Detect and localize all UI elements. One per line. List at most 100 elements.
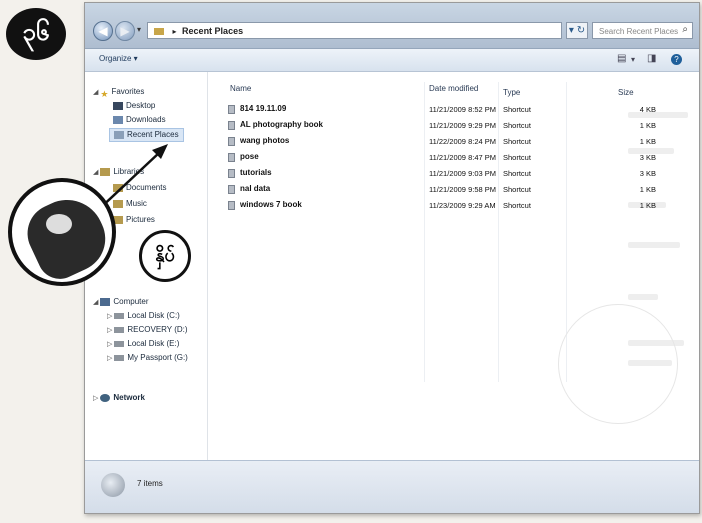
collapse-arrow-icon[interactable]: ▷ [107, 313, 112, 320]
file-row[interactable]: AL photography book 11/21/2009 9:29 PM S… [208, 120, 699, 131]
shortcut-icon [228, 121, 235, 130]
file-type: Shortcut [503, 201, 531, 210]
shortcut-icon [228, 201, 235, 210]
computer-icon [100, 297, 111, 306]
column-header-name[interactable]: Name [230, 84, 251, 93]
libraries-icon [154, 28, 164, 36]
file-row[interactable]: windows 7 book 11/23/2009 9:29 AM Shortc… [208, 200, 699, 211]
preview-pane-icon[interactable]: ◨ [647, 53, 656, 64]
nav-computer[interactable]: ◢ Computer [93, 296, 149, 308]
click-label-badge: နှိပ် [139, 230, 191, 282]
shortcut-icon [228, 169, 235, 178]
expand-arrow-icon[interactable]: ◢ [93, 169, 98, 176]
search-box[interactable]: ⌕ [592, 22, 693, 40]
nav-network[interactable]: ▷ Network [93, 392, 145, 404]
nav-item-desktop[interactable]: Desktop [113, 100, 155, 112]
recent-places-large-icon [101, 473, 125, 497]
item-count: 7 items [137, 479, 163, 488]
nav-item-music[interactable]: Music [113, 198, 147, 210]
file-name: tutorials [240, 168, 272, 177]
column-header-type[interactable]: Type [503, 88, 520, 97]
file-row[interactable]: wang photos 11/22/2009 8:24 PM Shortcut … [208, 136, 699, 147]
help-icon[interactable]: ? [671, 54, 682, 65]
search-input[interactable] [593, 23, 685, 40]
nav-item-documents[interactable]: Documents [113, 182, 166, 194]
collapse-arrow-icon[interactable]: ▷ [107, 341, 112, 348]
breadcrumb-separator-icon: ▸ [172, 27, 177, 36]
address-bar[interactable]: ▸ Recent Places [147, 22, 562, 39]
nav-label: Documents [126, 183, 167, 192]
nav-item-local-disk-e[interactable]: ▷ Local Disk (E:) [107, 338, 179, 350]
file-date: 11/23/2009 9:29 AM [429, 201, 496, 210]
nav-label: RECOVERY (D:) [127, 325, 188, 334]
nav-label: Local Disk (E:) [127, 339, 180, 348]
collapse-arrow-icon[interactable]: ▷ [107, 327, 112, 334]
star-icon: ★ [100, 88, 109, 99]
change-view-icon[interactable]: ▤ [617, 53, 626, 64]
file-type: Shortcut [503, 105, 531, 114]
music-icon [113, 199, 123, 208]
mouse-click-illustration [8, 178, 116, 286]
nav-item-local-disk-c[interactable]: ▷ Local Disk (C:) [107, 310, 180, 322]
drive-icon [114, 312, 125, 319]
recent-places-icon [114, 130, 124, 139]
file-name: wang photos [240, 136, 290, 145]
network-icon [100, 393, 111, 402]
file-type: Shortcut [503, 121, 531, 130]
back-button[interactable]: ◀ [93, 21, 113, 41]
expand-arrow-icon[interactable]: ◢ [93, 299, 98, 306]
nav-label: My Passport (G:) [127, 353, 188, 362]
file-date: 11/21/2009 9:03 PM [429, 169, 496, 178]
nav-label: Libraries [113, 167, 145, 176]
file-name: windows 7 book [240, 200, 302, 209]
collapse-arrow-icon[interactable]: ▷ [93, 395, 98, 402]
nav-label: Recent Places [127, 130, 179, 139]
shortcut-icon [228, 137, 235, 146]
file-date: 11/21/2009 9:58 PM [429, 185, 496, 194]
downloads-icon [113, 115, 123, 124]
file-size: 3 KB [639, 169, 656, 178]
desktop-icon [113, 101, 123, 110]
file-date: 11/21/2009 9:29 PM [429, 121, 496, 130]
collapse-arrow-icon[interactable]: ▷ [107, 355, 112, 362]
file-type: Shortcut [503, 153, 531, 162]
column-header-date[interactable]: Date modified [429, 84, 478, 93]
nav-item-my-passport-g[interactable]: ▷ My Passport (G:) [107, 352, 188, 364]
file-date: 11/21/2009 8:47 PM [429, 153, 496, 162]
nav-item-pictures[interactable]: Pictures [113, 214, 155, 226]
expand-arrow-icon[interactable]: ◢ [93, 89, 98, 96]
file-size: 1 KB [639, 185, 656, 194]
file-size: 1 KB [639, 137, 656, 146]
drive-icon [114, 340, 125, 347]
file-name: pose [240, 152, 259, 161]
file-row[interactable]: pose 11/21/2009 8:47 PM Shortcut 3 KB [208, 152, 699, 163]
file-date: 11/21/2009 8:52 PM [429, 105, 496, 114]
nav-label: Computer [113, 297, 149, 306]
nav-libraries[interactable]: ◢ Libraries [93, 166, 144, 178]
file-type: Shortcut [503, 137, 531, 146]
nav-item-recent-places[interactable]: Recent Places [109, 128, 184, 142]
command-bar: Organize ▾ ▤ ▾ ◨ ? [85, 49, 699, 72]
search-icon[interactable]: ⌕ [682, 24, 688, 35]
shortcut-icon [228, 153, 235, 162]
nav-favorites[interactable]: ◢ ★ Favorites [93, 86, 144, 99]
file-date: 11/22/2009 8:24 PM [429, 137, 496, 146]
file-row[interactable]: tutorials 11/21/2009 9:03 PM Shortcut 3 … [208, 168, 699, 179]
file-row[interactable]: 814 19.11.09 11/21/2009 8:52 PM Shortcut… [208, 104, 699, 115]
view-dropdown-icon[interactable]: ▾ [631, 55, 635, 64]
file-name: 814 19.11.09 [240, 104, 287, 113]
organize-button[interactable]: Organize ▾ [99, 54, 138, 63]
file-row[interactable]: nal data 11/21/2009 9:58 PM Shortcut 1 K… [208, 184, 699, 195]
nav-label: Downloads [126, 115, 166, 124]
file-type: Shortcut [503, 169, 531, 178]
nav-item-recovery-d[interactable]: ▷ RECOVERY (D:) [107, 324, 188, 336]
refresh-button[interactable]: ▾ ↻ [566, 22, 588, 39]
history-dropdown-icon[interactable]: ▾ [137, 25, 141, 34]
nav-item-downloads[interactable]: Downloads [113, 114, 166, 126]
forward-button[interactable]: ▶ [115, 21, 135, 41]
file-size: 4 KB [639, 105, 656, 114]
file-name: nal data [240, 184, 271, 193]
title-bar: ◀ ▶ ▾ ▸ Recent Places ▾ ↻ ⌕ [85, 3, 699, 49]
details-pane: 7 items [85, 460, 699, 513]
breadcrumb-current[interactable]: Recent Places [182, 26, 243, 36]
